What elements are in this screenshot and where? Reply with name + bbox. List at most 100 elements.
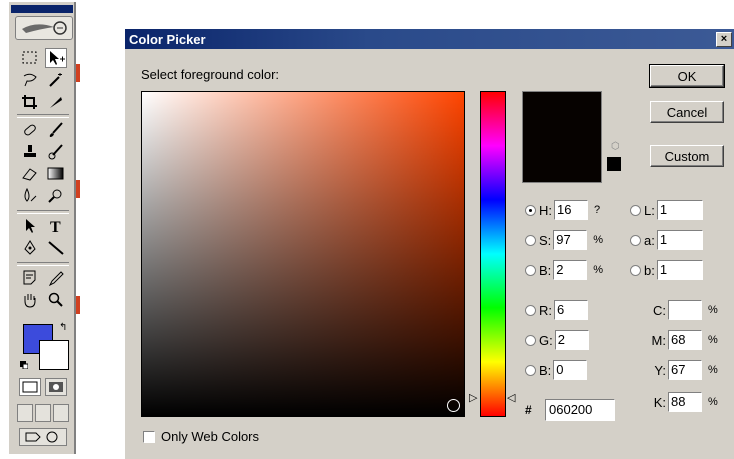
history-brush-icon[interactable]	[45, 142, 67, 162]
red-row: R: 6	[525, 299, 588, 321]
lab-a-row: a: 1	[630, 229, 703, 251]
brightness-unit: %	[593, 264, 604, 276]
only-web-colors-label: Only Web Colors	[161, 429, 260, 444]
hue-field[interactable]: 16	[554, 200, 588, 220]
default-colors-icon[interactable]	[20, 357, 29, 370]
brightness-radio[interactable]	[525, 264, 536, 276]
ok-button[interactable]: OK	[649, 64, 725, 88]
toolbar-divider	[17, 262, 69, 266]
standard-mode-button[interactable]	[19, 378, 41, 396]
zoom-tool-icon[interactable]	[45, 290, 67, 310]
magic-wand-icon[interactable]	[45, 70, 67, 90]
lasso-tool-icon[interactable]	[19, 70, 41, 90]
line-tool-icon[interactable]	[45, 238, 67, 258]
notes-tool-icon[interactable]	[19, 268, 41, 288]
healing-brush-icon[interactable]	[19, 120, 41, 140]
dodge-tool-icon[interactable]	[45, 186, 67, 206]
brightness-field[interactable]: 2	[553, 260, 588, 280]
brush-tool-icon[interactable]	[45, 120, 67, 140]
lightness-radio[interactable]	[630, 204, 641, 216]
feather-logo-icon[interactable]	[15, 16, 73, 40]
color-field-brightness-layer	[142, 92, 464, 416]
marquee-tool-icon[interactable]	[19, 48, 41, 68]
select-color-prompt: Select foreground color:	[141, 67, 280, 82]
tools-palette: T ↰	[8, 2, 76, 454]
only-web-colors-checkbox[interactable]: Only Web Colors	[143, 429, 259, 444]
lab-b-radio[interactable]	[630, 264, 641, 276]
hue-unit: ?	[594, 204, 601, 216]
hex-field[interactable]: 060200	[545, 399, 615, 421]
eyedropper-icon[interactable]	[45, 268, 67, 288]
magenta-label: M:	[651, 332, 666, 348]
magenta-field[interactable]: 68	[668, 330, 702, 350]
custom-button[interactable]: Custom	[650, 145, 724, 167]
color-field-picker-circle[interactable]	[447, 399, 460, 412]
screen-mode-full-button[interactable]	[53, 404, 69, 422]
close-button[interactable]: ×	[716, 32, 732, 47]
nearest-color-chip[interactable]	[607, 157, 621, 171]
web-safe-cube-icon[interactable]: ⬡	[611, 141, 620, 152]
lab-b-row: b: 1	[630, 259, 703, 281]
palette-title-bar[interactable]	[11, 5, 73, 13]
black-unit: %	[708, 396, 718, 408]
magenta-unit: %	[708, 334, 718, 346]
hue-slider-left-arrow-icon[interactable]: ▷	[469, 391, 477, 404]
type-tool-icon[interactable]: T	[45, 216, 67, 236]
hue-slider-right-arrow-icon[interactable]: ◁	[507, 391, 515, 404]
cyan-row: C: %	[650, 299, 718, 321]
yellow-row: Y: 67 %	[650, 359, 718, 381]
hue-slider[interactable]	[480, 91, 506, 417]
green-row: G: 2	[525, 329, 589, 351]
hue-row: H: 16 ?	[525, 199, 600, 221]
lab-b-label: b:	[644, 262, 655, 278]
brightness-label: B:	[539, 262, 552, 278]
red-field[interactable]: 6	[554, 300, 588, 320]
hue-radio[interactable]	[525, 204, 536, 216]
jump-to-imageready-button[interactable]	[19, 428, 67, 446]
green-field[interactable]: 2	[554, 330, 589, 350]
crop-tool-icon[interactable]	[19, 92, 41, 112]
eraser-tool-icon[interactable]	[19, 164, 41, 184]
lab-b-field[interactable]: 1	[656, 260, 703, 280]
path-selection-icon[interactable]	[19, 216, 41, 236]
cancel-button[interactable]: Cancel	[650, 101, 724, 123]
only-web-colors-box[interactable]	[143, 430, 155, 443]
screen-mode-full-menu-button[interactable]	[35, 404, 51, 422]
pen-tool-icon[interactable]	[19, 238, 41, 258]
svg-text:T: T	[50, 219, 61, 234]
black-field[interactable]: 88	[668, 392, 702, 412]
lightness-field[interactable]: 1	[656, 200, 703, 220]
saturation-field[interactable]: 97	[553, 230, 588, 250]
brightness-row: B: 2 %	[525, 259, 603, 281]
blue-row: B: 0	[525, 359, 588, 381]
swap-colors-icon[interactable]: ↰	[59, 322, 67, 333]
blue-radio[interactable]	[525, 364, 536, 376]
lab-a-radio[interactable]	[630, 234, 641, 246]
red-radio[interactable]	[525, 304, 536, 316]
cyan-field[interactable]	[668, 300, 702, 320]
gradient-tool-icon[interactable]	[45, 164, 67, 184]
saturation-radio[interactable]	[525, 234, 536, 246]
dialog-title: Color Picker	[129, 32, 206, 47]
screen-mode-standard-button[interactable]	[17, 404, 33, 422]
quick-mask-button[interactable]	[45, 378, 67, 396]
background-color-swatch[interactable]	[39, 340, 69, 370]
yellow-field[interactable]: 67	[668, 360, 702, 380]
green-radio[interactable]	[525, 334, 536, 346]
saturation-unit: %	[593, 234, 604, 246]
hand-tool-icon[interactable]	[19, 290, 41, 310]
magenta-row: M: 68 %	[650, 329, 718, 351]
blur-tool-icon[interactable]	[19, 186, 41, 206]
lab-a-label: a:	[644, 232, 655, 248]
black-row: K: 88 %	[650, 391, 718, 413]
move-tool-icon[interactable]	[45, 48, 67, 68]
dialog-title-bar[interactable]: Color Picker ×	[125, 29, 734, 49]
lightness-row: L: 1	[630, 199, 703, 221]
color-preview-swatch	[522, 91, 602, 183]
color-field[interactable]	[141, 91, 465, 417]
clone-stamp-icon[interactable]	[19, 142, 41, 162]
slice-tool-icon[interactable]	[45, 92, 67, 112]
lab-a-field[interactable]: 1	[656, 230, 703, 250]
blue-field[interactable]: 0	[553, 360, 588, 380]
window-edge-marker	[76, 64, 80, 82]
